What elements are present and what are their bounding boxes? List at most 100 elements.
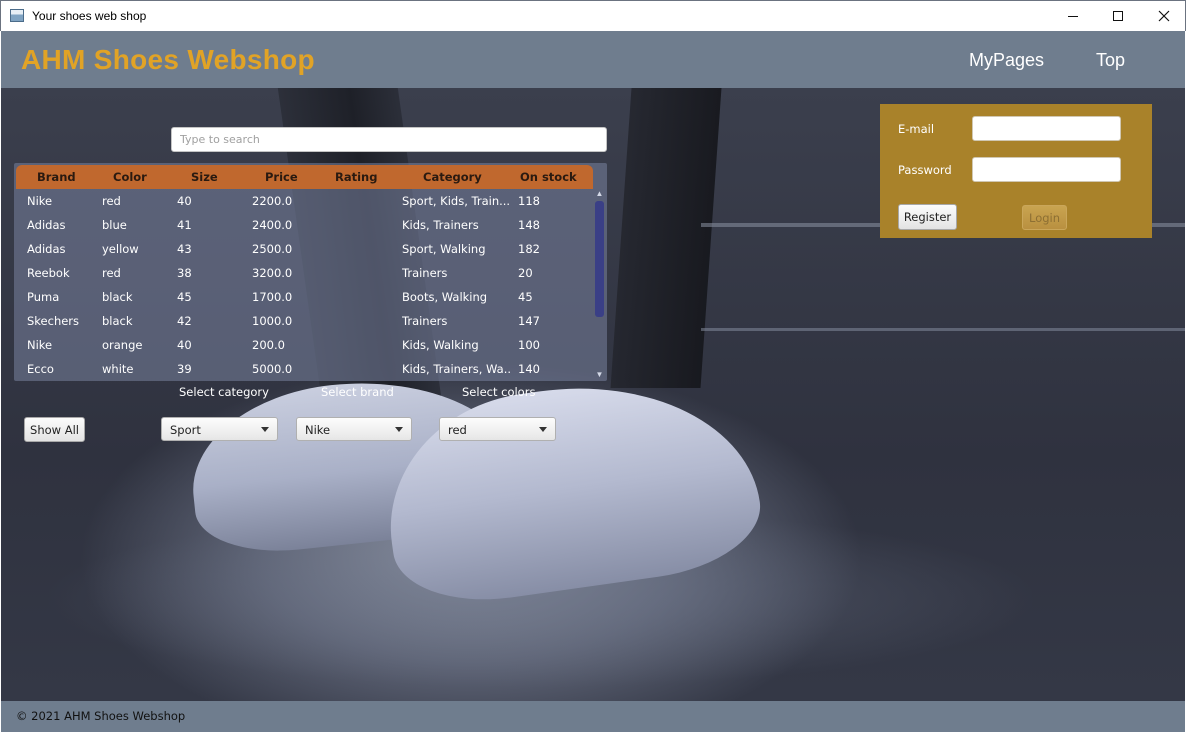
cell-on-stock: 118 — [518, 194, 540, 208]
brand-select[interactable]: Nike — [296, 417, 412, 441]
site-footer: © 2021 AHM Shoes Webshop — [1, 701, 1185, 732]
scroll-up-icon[interactable]: ▲ — [595, 189, 604, 198]
scroll-down-icon[interactable]: ▼ — [595, 370, 604, 379]
site-brand-title[interactable]: AHM Shoes Webshop — [21, 44, 315, 76]
cell-brand: Ecco — [27, 362, 54, 376]
cell-category: Trainers — [402, 266, 448, 280]
password-field[interactable] — [972, 157, 1121, 182]
cell-category: Kids, Trainers, Wa... — [402, 362, 512, 376]
site-header: AHM Shoes Webshop MyPages Top — [1, 31, 1185, 88]
cell-on-stock: 45 — [518, 290, 533, 304]
table-body: Nike red 40 2200.0 Sport, Kids, Train...… — [16, 189, 593, 379]
register-button[interactable]: Register — [898, 204, 957, 230]
cell-brand: Nike — [27, 194, 53, 208]
select-colors-label: Select colors — [462, 385, 536, 399]
cell-color: white — [102, 362, 134, 376]
column-header-color[interactable]: Color — [113, 170, 147, 184]
column-header-category[interactable]: Category — [423, 170, 482, 184]
cell-category: Trainers — [402, 314, 448, 328]
cell-on-stock: 147 — [518, 314, 540, 328]
cell-size: 42 — [177, 314, 192, 328]
cell-price: 1700.0 — [252, 290, 293, 304]
cell-price: 3200.0 — [252, 266, 293, 280]
cell-category: Sport, Kids, Train... — [402, 194, 511, 208]
table-row[interactable]: Adidas blue 41 2400.0 Kids, Trainers 148 — [16, 213, 593, 237]
cell-size: 45 — [177, 290, 192, 304]
nav-link-top[interactable]: Top — [1096, 50, 1125, 71]
cell-on-stock: 140 — [518, 362, 540, 376]
chevron-down-icon — [395, 427, 403, 432]
cell-category: Kids, Walking — [402, 338, 479, 352]
cell-brand: Puma — [27, 290, 60, 304]
chevron-down-icon — [539, 427, 547, 432]
cell-on-stock: 182 — [518, 242, 540, 256]
select-category-label: Select category — [179, 385, 269, 399]
close-icon[interactable] — [1141, 1, 1186, 31]
cell-brand: Adidas — [27, 218, 66, 232]
cell-size: 39 — [177, 362, 192, 376]
cell-size: 40 — [177, 194, 192, 208]
column-header-brand[interactable]: Brand — [37, 170, 76, 184]
cell-color: yellow — [102, 242, 139, 256]
email-field[interactable] — [972, 116, 1121, 141]
column-header-rating[interactable]: Rating — [335, 170, 377, 184]
maximize-icon[interactable] — [1095, 1, 1141, 31]
login-button[interactable]: Login — [1022, 205, 1067, 230]
table-row[interactable]: Reebok red 38 3200.0 Trainers 20 — [16, 261, 593, 285]
email-label: E-mail — [898, 122, 935, 136]
table-header: Brand Color Size Price Rating Category O… — [16, 165, 593, 189]
cell-size: 41 — [177, 218, 192, 232]
cell-on-stock: 20 — [518, 266, 533, 280]
category-select[interactable]: Sport — [161, 417, 278, 441]
footer-copyright: © 2021 AHM Shoes Webshop — [16, 709, 186, 723]
cell-price: 200.0 — [252, 338, 285, 352]
nav-link-mypages[interactable]: MyPages — [969, 50, 1044, 71]
table-row[interactable]: Ecco white 39 5000.0 Kids, Trainers, Wa.… — [16, 357, 593, 379]
cell-size: 43 — [177, 242, 192, 256]
table-row[interactable]: Nike orange 40 200.0 Kids, Walking 100 — [16, 333, 593, 357]
product-table: Brand Color Size Price Rating Category O… — [14, 163, 607, 381]
column-header-on-stock[interactable]: On stock — [520, 170, 577, 184]
column-header-size[interactable]: Size — [191, 170, 218, 184]
password-label: Password — [898, 163, 952, 177]
cell-color: orange — [102, 338, 143, 352]
scrollbar-thumb[interactable] — [595, 201, 604, 317]
cell-category: Kids, Trainers — [402, 218, 479, 232]
table-row[interactable]: Adidas yellow 43 2500.0 Sport, Walking 1… — [16, 237, 593, 261]
cell-category: Boots, Walking — [402, 290, 488, 304]
table-row[interactable]: Puma black 45 1700.0 Boots, Walking 45 — [16, 285, 593, 309]
table-row[interactable]: Nike red 40 2200.0 Sport, Kids, Train...… — [16, 189, 593, 213]
window-title: Your shoes web shop — [32, 9, 147, 23]
cell-on-stock: 148 — [518, 218, 540, 232]
cell-category: Sport, Walking — [402, 242, 486, 256]
cell-color: black — [102, 290, 133, 304]
cell-color: blue — [102, 218, 127, 232]
column-header-price[interactable]: Price — [265, 170, 298, 184]
cell-color: black — [102, 314, 133, 328]
cell-price: 5000.0 — [252, 362, 293, 376]
color-select[interactable]: red — [439, 417, 556, 441]
cell-price: 2200.0 — [252, 194, 293, 208]
cell-color: red — [102, 266, 121, 280]
cell-brand: Nike — [27, 338, 53, 352]
cell-size: 38 — [177, 266, 192, 280]
cell-price: 1000.0 — [252, 314, 293, 328]
app-window-icon — [10, 9, 24, 22]
color-select-value: red — [448, 423, 467, 437]
show-all-button[interactable]: Show All — [24, 417, 85, 442]
cell-brand: Adidas — [27, 242, 66, 256]
window-titlebar: Your shoes web shop — [0, 0, 1186, 31]
category-select-value: Sport — [170, 423, 201, 437]
minimize-icon[interactable] — [1050, 1, 1096, 31]
brand-select-value: Nike — [305, 423, 331, 437]
cell-brand: Reebok — [27, 266, 70, 280]
table-scrollbar[interactable]: ▲ ▼ — [594, 189, 605, 379]
cell-size: 40 — [177, 338, 192, 352]
cell-on-stock: 100 — [518, 338, 540, 352]
cell-price: 2400.0 — [252, 218, 293, 232]
cell-brand: Skechers — [27, 314, 80, 328]
login-panel: E-mail Password Register Login — [880, 104, 1152, 238]
cell-price: 2500.0 — [252, 242, 293, 256]
table-row[interactable]: Skechers black 42 1000.0 Trainers 147 — [16, 309, 593, 333]
search-input[interactable] — [171, 127, 607, 152]
